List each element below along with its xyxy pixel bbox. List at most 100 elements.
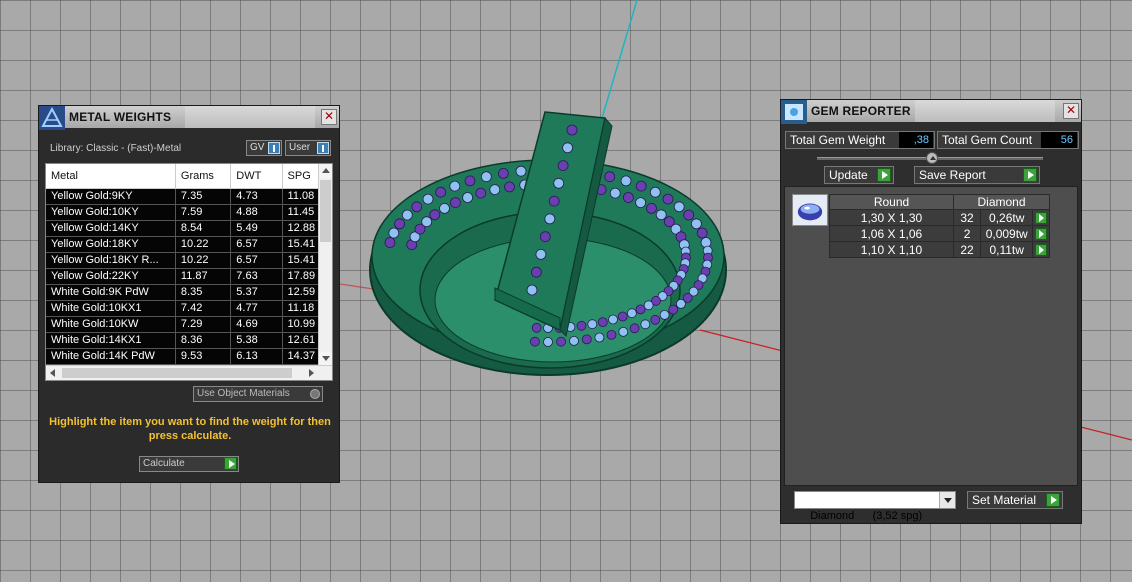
cell-grams: 7.59 [175,204,232,221]
gem-setting [480,171,492,183]
horizontal-scrollbar[interactable] [46,365,332,380]
table-row[interactable]: Yellow Gold:14KY 8.54 5.49 12.88 [46,220,332,237]
gem-weight-cell: 0,009tw [980,225,1034,242]
update-label: Update [829,168,868,182]
cell-dwt: 5.37 [230,284,283,301]
cell-grams: 9.53 [175,348,232,365]
gem-setting [597,317,608,328]
gv-toggle-label: GV [250,142,265,153]
gem-setting [576,320,587,331]
scroll-left-icon[interactable] [46,366,60,380]
vertical-scrollbar[interactable] [318,164,332,366]
use-object-materials-toggle[interactable]: Use Object Materials [193,386,323,402]
table-row[interactable]: Yellow Gold:18KY R... 10.22 6.57 15.41 [46,252,332,269]
play-icon [1035,244,1048,257]
close-icon[interactable]: ✕ [321,109,337,125]
play-icon [877,168,891,182]
gem-size-cell: 1,30 X 1,30 [829,209,954,226]
gem-setting [650,314,661,325]
material-select[interactable]: Diamond (3,52 spg) [794,491,956,522]
material-select-value: Diamond (3,52 spg) [810,510,923,522]
gem-setting [489,184,501,196]
column-header-dwt[interactable]: DWT [230,164,283,189]
gem-setting [562,142,573,154]
gv-toggle[interactable]: GV [246,140,282,156]
gem-setting [683,209,695,221]
scroll-down-icon[interactable] [319,352,332,366]
user-toggle[interactable]: User [285,140,331,156]
gem-setting [449,197,461,209]
scroll-right-icon[interactable] [304,366,318,380]
scroll-thumb[interactable] [320,180,331,242]
table-row[interactable]: Yellow Gold:10KY 7.59 4.88 11.45 [46,204,332,221]
table-row[interactable]: 1,30 X 1,30 32 0,26tw [829,209,1050,226]
gem-setting [627,308,637,319]
table-row[interactable]: White Gold:14K PdW 9.53 6.13 14.37 [46,348,332,365]
close-icon[interactable]: ✕ [1063,103,1079,119]
round-gem-icon[interactable] [792,194,828,226]
total-gem-weight-value: ,38 [899,132,933,148]
row-action-button[interactable] [1032,241,1050,258]
gem-shape-header: Round [829,194,954,210]
gem-setting [531,266,542,278]
table-row[interactable]: 1,06 X 1,06 2 0,009tw [829,225,1050,242]
scroll-up-icon[interactable] [319,164,332,178]
table-row[interactable]: Yellow Gold:18KY 10.22 6.57 15.41 [46,236,332,253]
cell-metal: White Gold:14K PdW [46,348,176,365]
table-row[interactable]: Yellow Gold:22KY 11.87 7.63 17.89 [46,268,332,285]
scroll-thumb[interactable] [62,368,292,378]
play-icon [1035,228,1048,241]
gem-setting [655,209,667,221]
gem-setting [662,193,674,205]
total-gem-count-label: Total Gem Count [942,133,1033,147]
cell-dwt: 4.77 [230,300,283,317]
save-report-button[interactable]: Save Report [914,166,1040,184]
column-header-metal[interactable]: Metal [46,164,176,189]
gem-setting [640,319,651,330]
gem-setting [435,186,447,198]
gem-setting [581,334,592,345]
gem-setting [618,326,629,337]
slider-handle-icon[interactable] [926,152,938,164]
cell-grams: 10.22 [175,252,232,269]
chevron-down-icon[interactable] [939,492,955,508]
metal-table[interactable]: Metal Grams DWT SPG Yellow Gold:9KY 7.35 4… [45,163,333,381]
gem-reporter-title: GEM REPORTER [811,104,911,118]
set-material-label: Set Material [972,493,1037,507]
gem-size-cell: 1,10 X 1,10 [829,241,954,258]
gem-setting [629,323,640,334]
gem-setting [566,124,578,136]
table-row[interactable]: White Gold:10KX1 7.42 4.77 11.18 [46,300,332,317]
cell-dwt: 4.73 [230,188,283,205]
gem-setting [668,304,679,315]
gem-setting [439,202,450,214]
gem-setting [659,309,670,320]
gem-setting [587,319,598,330]
gem-setting [548,195,560,207]
gem-setting [526,284,538,296]
row-action-button[interactable] [1032,209,1050,226]
set-material-button[interactable]: Set Material [967,491,1063,509]
table-row[interactable]: 1,10 X 1,10 22 0,11tw [829,241,1050,258]
table-row[interactable]: Yellow Gold:9KY 7.35 4.73 11.08 [46,188,332,205]
calculate-button[interactable]: Calculate [139,456,239,472]
gem-setting [421,216,433,228]
table-row[interactable]: White Gold:10KW 7.29 4.69 10.99 [46,316,332,333]
gem-setting [557,160,569,172]
save-report-label: Save Report [919,168,986,182]
gem-setting [535,248,547,260]
play-icon [224,457,237,470]
gem-setting [544,213,556,225]
ring-model[interactable] [369,111,727,376]
gem-setting [515,165,527,177]
cell-grams: 10.22 [175,236,232,253]
table-row[interactable]: White Gold:9K PdW 8.35 5.37 12.59 [46,284,332,301]
column-header-grams[interactable]: Grams [175,164,232,189]
play-icon [1023,168,1037,182]
gem-weight-cell: 0,26tw [980,209,1034,226]
gem-reporter-panel: GEM REPORTER ✕ Total Gem Weight ,38 Tota… [780,99,1082,524]
gem-material-header: Diamond [953,194,1050,210]
table-row[interactable]: White Gold:14KX1 8.36 5.38 12.61 [46,332,332,349]
row-action-button[interactable] [1032,225,1050,242]
update-button[interactable]: Update [824,166,894,184]
